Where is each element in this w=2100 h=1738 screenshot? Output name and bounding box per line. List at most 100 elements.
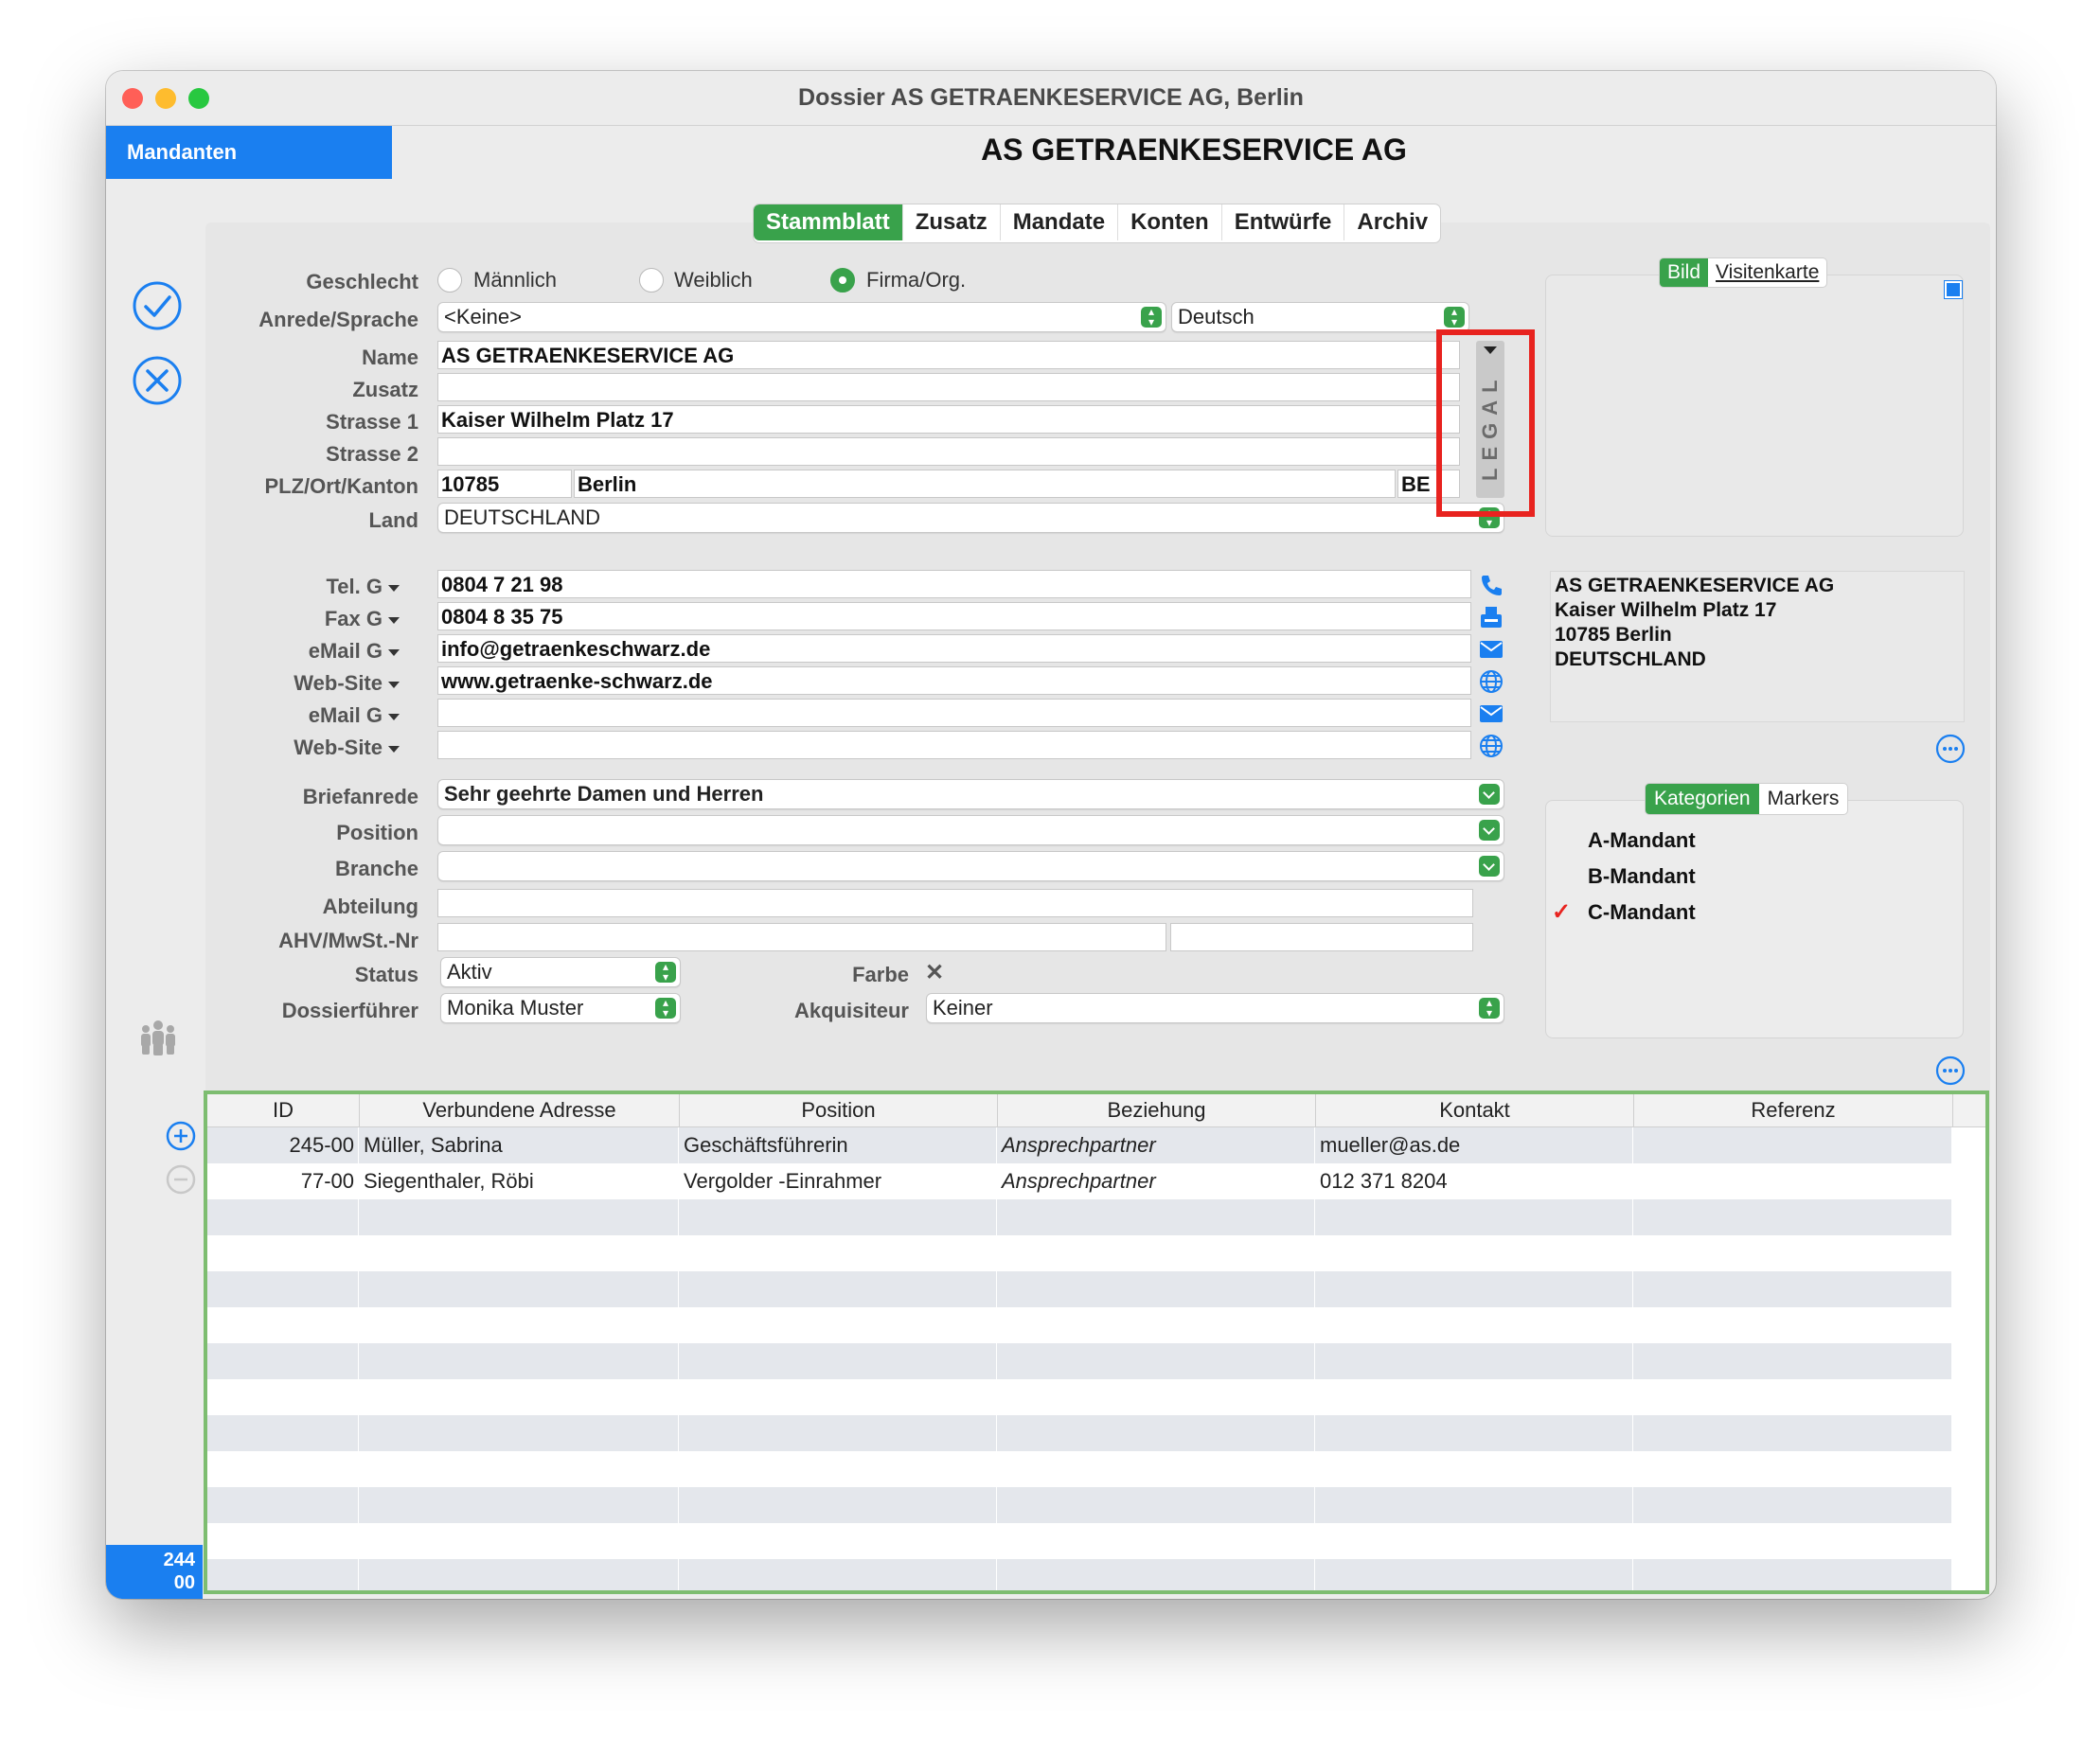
status-select[interactable]: Aktiv ▴ ▾	[440, 957, 681, 987]
table-cell	[1634, 1451, 1952, 1487]
contact-label-email[interactable]: eMail G	[220, 639, 400, 664]
chevron-down-icon	[1479, 784, 1500, 805]
sprache-select[interactable]: Deutsch ▴ ▾	[1171, 302, 1469, 332]
minimize-window-button[interactable]	[155, 88, 176, 109]
table-row	[207, 1199, 1952, 1235]
contact-label-email-2[interactable]: eMail G	[220, 703, 400, 728]
radio-firma[interactable]	[830, 268, 855, 293]
globe-icon[interactable]	[1479, 734, 1504, 763]
column-header-referenz[interactable]: Referenz	[1634, 1094, 1953, 1126]
plz-field[interactable]: 10785	[437, 470, 572, 498]
column-header-id[interactable]: ID	[207, 1094, 360, 1126]
tab-konten[interactable]: Konten	[1118, 204, 1222, 240]
tab-markers[interactable]: Markers	[1759, 784, 1848, 814]
table-cell	[1316, 1199, 1633, 1235]
more-options-icon[interactable]	[1935, 734, 1966, 769]
table-row[interactable]: 245-00 Müller, Sabrina Geschäftsführerin An…	[207, 1127, 1952, 1163]
dossierfuehrer-select[interactable]: Monika Muster ▴ ▾	[440, 993, 681, 1023]
website-field-2[interactable]	[437, 731, 1471, 759]
remove-row-icon[interactable]	[166, 1164, 196, 1199]
mail-icon[interactable]	[1479, 701, 1504, 731]
contact-label-fax[interactable]: Fax G	[220, 607, 400, 631]
strasse2-field[interactable]	[437, 437, 1460, 466]
table-cell	[360, 1235, 679, 1271]
category-item-a[interactable]: A-Mandant	[1588, 828, 1696, 853]
briefanrede-select[interactable]: Sehr geehrte Damen und Herren	[437, 779, 1504, 809]
table-cell	[1316, 1559, 1633, 1590]
briefanrede-value: Sehr geehrte Damen und Herren	[444, 782, 764, 806]
radio-maennlich[interactable]	[437, 268, 462, 293]
category-item-c[interactable]: C-Mandant	[1588, 900, 1696, 925]
column-header-beziehung[interactable]: Beziehung	[998, 1094, 1316, 1126]
tab-kategorien[interactable]: Kategorien	[1646, 784, 1759, 814]
image-box[interactable]	[1545, 275, 1964, 537]
fax-icon[interactable]	[1479, 605, 1504, 634]
email-field-2[interactable]	[437, 699, 1471, 727]
tab-bild[interactable]: Bild	[1660, 258, 1709, 287]
globe-icon[interactable]	[1479, 669, 1504, 699]
anrede-select[interactable]: <Keine> ▴ ▾	[437, 302, 1166, 332]
plz-label: PLZ/Ort/Kanton	[264, 474, 418, 498]
name-field[interactable]: AS GETRAENKESERVICE AG	[437, 341, 1460, 369]
land-select[interactable]: DEUTSCHLAND ▴ ▾	[437, 503, 1504, 533]
abteilung-field[interactable]	[437, 889, 1473, 917]
table-cell	[1316, 1487, 1633, 1523]
branche-select[interactable]	[437, 851, 1504, 881]
image-corner-icon[interactable]	[1945, 281, 1962, 298]
tab-visitenkarte[interactable]: Visitenkarte	[1708, 258, 1826, 287]
column-header-kontakt[interactable]: Kontakt	[1316, 1094, 1634, 1126]
add-row-icon[interactable]	[166, 1121, 196, 1156]
table-cell	[1634, 1163, 1952, 1199]
website-field[interactable]: www.getraenke-schwarz.de	[437, 666, 1471, 695]
akquisiteur-select[interactable]: Keiner ▴ ▾	[926, 993, 1504, 1023]
ahv-field[interactable]	[437, 923, 1166, 951]
table-cell	[1634, 1523, 1952, 1559]
close-window-button[interactable]	[122, 88, 143, 109]
table-row[interactable]: 77-00 Siegenthaler, Röbi Vergolder -Einrah…	[207, 1163, 1952, 1199]
table-cell	[680, 1271, 997, 1307]
zoom-window-button[interactable]	[188, 88, 209, 109]
tab-entwuerfe[interactable]: Entwürfe	[1222, 204, 1345, 240]
contact-label-website[interactable]: Web-Site	[220, 671, 400, 696]
table-cell	[360, 1451, 679, 1487]
group-people-icon[interactable]	[137, 1018, 179, 1064]
table-cell: Siegenthaler, Röbi	[360, 1163, 679, 1199]
sidebar-header[interactable]: Mandanten	[106, 126, 392, 179]
table-cell	[1634, 1307, 1952, 1343]
table-cell	[998, 1415, 1315, 1451]
tel-field[interactable]: 0804 7 21 98	[437, 570, 1471, 598]
counter-line-2: 00	[173, 1572, 195, 1593]
more-options-icon[interactable]	[1935, 1055, 1966, 1091]
contact-label-tel[interactable]: Tel. G	[220, 575, 400, 599]
contact-label-website-2[interactable]: Web-Site	[220, 736, 400, 760]
abteilung-label: Abteilung	[322, 895, 418, 918]
table-cell	[360, 1379, 679, 1415]
fax-field[interactable]: 0804 8 35 75	[437, 602, 1471, 630]
radio-weiblich[interactable]	[639, 268, 664, 293]
ort-field[interactable]: Berlin	[574, 470, 1396, 498]
mwst-field[interactable]	[1170, 923, 1473, 951]
mail-icon[interactable]	[1479, 637, 1504, 666]
phone-icon[interactable]	[1479, 573, 1504, 602]
tab-mandate[interactable]: Mandate	[1001, 204, 1119, 240]
cancel-x-icon[interactable]	[132, 355, 183, 411]
akquisiteur-label: Akquisiteur	[793, 999, 909, 1022]
category-item-b[interactable]: B-Mandant	[1588, 864, 1696, 889]
position-select[interactable]	[437, 815, 1504, 845]
zusatz-field[interactable]	[437, 373, 1460, 401]
table-cell	[207, 1451, 359, 1487]
tab-stammblatt[interactable]: Stammblatt	[754, 204, 903, 240]
table-cell	[207, 1415, 359, 1451]
tab-archiv[interactable]: Archiv	[1344, 204, 1440, 240]
confirm-check-icon[interactable]	[132, 280, 183, 336]
farbe-clear-icon[interactable]: ✕	[925, 959, 944, 986]
table-cell	[998, 1523, 1315, 1559]
email-field[interactable]: info@getraenkeschwarz.de	[437, 634, 1471, 663]
table-cell	[1316, 1343, 1633, 1379]
table-cell: Vergolder -Einrahmer	[680, 1163, 997, 1199]
column-header-position[interactable]: Position	[680, 1094, 998, 1126]
column-header-adresse[interactable]: Verbundene Adresse	[360, 1094, 680, 1126]
table-row	[207, 1307, 1952, 1343]
strasse1-field[interactable]: Kaiser Wilhelm Platz 17	[437, 405, 1460, 434]
tab-zusatz[interactable]: Zusatz	[903, 204, 1001, 240]
